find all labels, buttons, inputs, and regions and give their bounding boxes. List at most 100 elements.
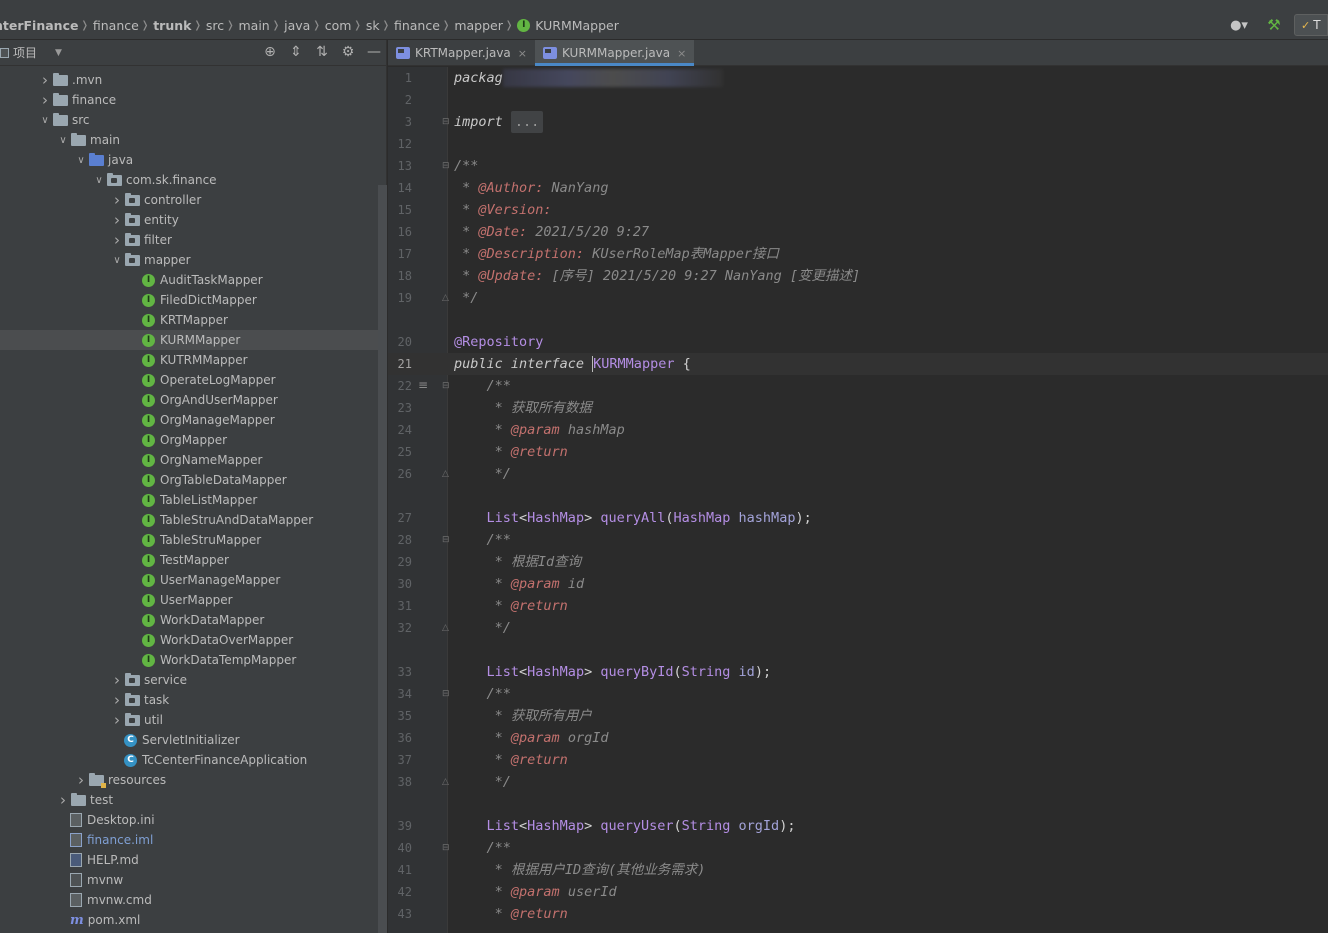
tree-item-testmapper[interactable]: I TestMapper xyxy=(0,550,378,570)
tree-item-java[interactable]: ∨ java xyxy=(0,150,378,170)
breadcrumb-item[interactable]: com xyxy=(325,18,352,33)
tree-item-audittaskmapper[interactable]: I AuditTaskMapper xyxy=(0,270,378,290)
tree-item-usermapper[interactable]: I UserMapper xyxy=(0,590,378,610)
user-account-button[interactable]: ●▾ xyxy=(1224,15,1254,35)
tree-item-pom-xml[interactable]: m pom.xml xyxy=(0,910,378,930)
tree-item-service[interactable]: › service xyxy=(0,670,378,690)
line-number: 37 xyxy=(397,753,412,767)
chevron-right-icon[interactable]: › xyxy=(56,791,70,809)
line-number: 25 xyxy=(397,445,412,459)
hide-panel-icon[interactable]: — xyxy=(367,44,381,60)
chevron-right-icon[interactable]: › xyxy=(38,91,52,109)
tree-item-workdatatempmapper[interactable]: I WorkDataTempMapper xyxy=(0,650,378,670)
tree-item-orgtabledatamapper[interactable]: I OrgTableDataMapper xyxy=(0,470,378,490)
breadcrumb-item[interactable]: finance xyxy=(394,18,440,33)
tree-item-tablestrumapper[interactable]: I TableStruMapper xyxy=(0,530,378,550)
code-line: * 获取所有用户 xyxy=(454,708,592,724)
collapse-all-icon[interactable]: ⇅ xyxy=(315,44,329,60)
tree-item-label: TableListMapper xyxy=(160,493,258,507)
breadcrumb-item[interactable]: mapper xyxy=(454,18,503,33)
code-line: * 获取所有数据 xyxy=(454,400,592,416)
tree-item-orgnamemapper[interactable]: I OrgNameMapper xyxy=(0,450,378,470)
tree-item-usermanagemapper[interactable]: I UserManageMapper xyxy=(0,570,378,590)
chevron-down-icon[interactable]: ∨ xyxy=(110,255,124,266)
chevron-right-icon[interactable]: › xyxy=(38,71,52,89)
chevron-down-icon[interactable]: ∨ xyxy=(92,175,106,186)
interface-icon: I xyxy=(142,373,155,387)
breadcrumb-item[interactable]: trunk xyxy=(153,18,191,33)
tree-item-test[interactable]: › test xyxy=(0,790,378,810)
tree-item-desktop-ini[interactable]: Desktop.ini xyxy=(0,810,378,830)
breadcrumb-current[interactable]: KURMMapper xyxy=(535,18,619,33)
tree-item-krtmapper[interactable]: I KRTMapper xyxy=(0,310,378,330)
tree-item-mvnw[interactable]: mvnw xyxy=(0,870,378,890)
chevron-down-icon[interactable]: ∨ xyxy=(56,135,70,146)
chevron-right-icon[interactable]: › xyxy=(110,671,124,689)
sh-file-icon xyxy=(70,873,82,887)
expand-all-icon[interactable]: ⇕ xyxy=(289,44,303,60)
tree-item-tablelistmapper[interactable]: I TableListMapper xyxy=(0,490,378,510)
chevron-down-icon[interactable]: ∨ xyxy=(74,155,88,166)
tree-item-controller[interactable]: › controller xyxy=(0,190,378,210)
build-button[interactable]: ⚒ xyxy=(1262,15,1286,35)
breadcrumb-item[interactable]: finance xyxy=(93,18,139,33)
tree-item-kurmmapper[interactable]: I KURMMapper xyxy=(0,330,378,350)
code-text-area[interactable]: packag import ... /** * @Author: NanYang *… xyxy=(448,67,1328,933)
tree-item-task[interactable]: › task xyxy=(0,690,378,710)
tree-item-filter[interactable]: › filter xyxy=(0,230,378,250)
tree-item-operatelogmapper[interactable]: I OperateLogMapper xyxy=(0,370,378,390)
chevron-down-icon: ▼ xyxy=(55,47,62,58)
breadcrumb-item[interactable]: sk xyxy=(366,18,380,33)
package-icon xyxy=(125,692,140,706)
tree-item-kutrmmapper[interactable]: I KUTRMMapper xyxy=(0,350,378,370)
tree-item-com-sk-finance[interactable]: ∨ com.sk.finance xyxy=(0,170,378,190)
chevron-right-icon[interactable]: › xyxy=(110,711,124,729)
tree-item-util[interactable]: › util xyxy=(0,710,378,730)
breadcrumb-item[interactable]: src xyxy=(206,18,224,33)
breadcrumb-item[interactable]: nterFinance xyxy=(0,18,78,33)
tree-item-organdusermapper[interactable]: I OrgAndUserMapper xyxy=(0,390,378,410)
tree-item-tccenterfinanceapplication[interactable]: C TcCenterFinanceApplication xyxy=(0,750,378,770)
tree-item-orgmapper[interactable]: I OrgMapper xyxy=(0,430,378,450)
project-panel-header: 项目 ▼ ⊕ ⇕ ⇅ ⚙ — xyxy=(0,40,386,66)
tree-item-help-md[interactable]: HELP.md xyxy=(0,850,378,870)
chevron-right-icon[interactable]: › xyxy=(110,691,124,709)
chevron-down-icon[interactable]: ∨ xyxy=(38,115,52,126)
tree-item-fileddictmapper[interactable]: I FiledDictMapper xyxy=(0,290,378,310)
tree-item-servletinitializer[interactable]: C ServletInitializer xyxy=(0,730,378,750)
tree-item-mapper[interactable]: ∨ mapper xyxy=(0,250,378,270)
tree-item-label: ServletInitializer xyxy=(142,733,240,747)
tree-item-finance-iml[interactable]: finance.iml xyxy=(0,830,378,850)
breadcrumb-item[interactable]: main xyxy=(239,18,270,33)
chevron-right-icon[interactable]: › xyxy=(74,771,88,789)
chevron-right-icon[interactable]: › xyxy=(110,211,124,229)
folder-icon xyxy=(71,132,86,146)
tree-item--mvn[interactable]: › .mvn xyxy=(0,70,378,90)
render-doc-icon[interactable]: ≡ xyxy=(418,378,428,392)
tree-item-mvnw-cmd[interactable]: mvnw.cmd xyxy=(0,890,378,910)
tree-item-entity[interactable]: › entity xyxy=(0,210,378,230)
tree-item-workdatamapper[interactable]: I WorkDataMapper xyxy=(0,610,378,630)
gear-icon[interactable]: ⚙ xyxy=(341,44,355,60)
editor-tab[interactable]: KRTMapper.java × xyxy=(388,40,535,66)
project-view-selector[interactable]: 项目 ▼ xyxy=(0,44,62,61)
project-tree-scrollbar[interactable] xyxy=(378,185,387,933)
editor-tab[interactable]: KURMMapper.java × xyxy=(535,40,695,66)
tree-item-label: util xyxy=(144,713,163,727)
breadcrumb-item[interactable]: java xyxy=(284,18,310,33)
tree-item-tablestruanddatamapper[interactable]: I TableStruAndDataMapper xyxy=(0,510,378,530)
close-icon[interactable]: × xyxy=(518,47,527,60)
tree-item-workdataovermapper[interactable]: I WorkDataOverMapper xyxy=(0,630,378,650)
tree-item-orgmanagemapper[interactable]: I OrgManageMapper xyxy=(0,410,378,430)
tree-item-main[interactable]: ∨ main xyxy=(0,130,378,150)
tree-item-resources[interactable]: › resources xyxy=(0,770,378,790)
tree-item-finance[interactable]: › finance xyxy=(0,90,378,110)
line-number: 15 xyxy=(397,203,412,217)
chevron-right-icon[interactable]: › xyxy=(110,231,124,249)
close-icon[interactable]: × xyxy=(677,47,686,60)
locate-file-icon[interactable]: ⊕ xyxy=(263,44,277,60)
run-configuration-selector[interactable]: ✓ T xyxy=(1294,14,1328,36)
tree-item-src[interactable]: ∨ src xyxy=(0,110,378,130)
tree-item-label: OperateLogMapper xyxy=(160,373,276,387)
chevron-right-icon[interactable]: › xyxy=(110,191,124,209)
